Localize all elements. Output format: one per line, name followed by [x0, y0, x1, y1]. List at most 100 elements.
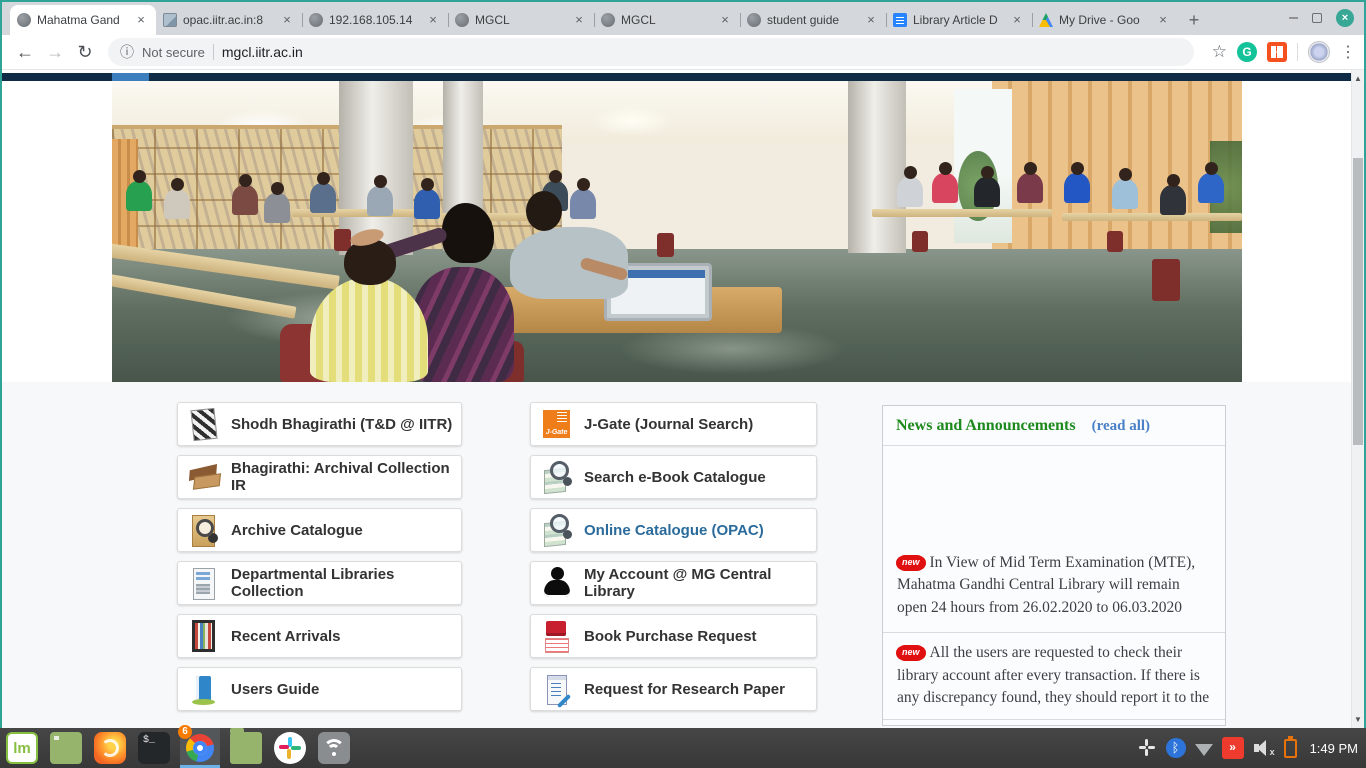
- address-bar[interactable]: ⓘ Not secure mgcl.iitr.ac.in: [108, 38, 1194, 66]
- image-favicon: [163, 13, 177, 27]
- link-departmental-libraries[interactable]: Departmental Libraries Collection: [177, 561, 462, 605]
- link-label: J-Gate (Journal Search): [584, 416, 753, 433]
- link-bhagirathi-archival[interactable]: Bhagirathi: Archival Collection IR: [177, 455, 462, 499]
- link-label: Online Catalogue (OPAC): [584, 522, 764, 539]
- news-text: All the users are requested to check the…: [897, 644, 1209, 706]
- minimize-button[interactable]: –: [1289, 13, 1298, 23]
- link-label: Recent Arrivals: [231, 628, 341, 645]
- browser-window: Mahatma Gand × opac.iitr.ac.in:8 × 192.1…: [2, 2, 1364, 728]
- link-users-guide[interactable]: Users Guide: [177, 667, 462, 711]
- scroll-down-arrow[interactable]: ▼: [1352, 715, 1364, 724]
- tab-title: 192.168.105.14: [329, 13, 425, 27]
- slack-tray-icon[interactable]: [1137, 738, 1157, 758]
- taskbar-clock[interactable]: 1:49 PM: [1310, 741, 1358, 756]
- globe-favicon: [747, 13, 761, 27]
- forward-button[interactable]: →: [40, 42, 70, 63]
- news-text: In View of Mid Term Examination (MTE), M…: [897, 554, 1195, 616]
- guide-book-icon: [189, 673, 219, 705]
- news-item: newIn View of Mid Term Examination (MTE)…: [897, 552, 1211, 619]
- profile-avatar[interactable]: [1308, 41, 1330, 63]
- tab-title: student guide: [767, 13, 863, 27]
- terminal-icon[interactable]: $_: [138, 732, 170, 764]
- tab-ip-address[interactable]: 192.168.105.14 ×: [302, 5, 448, 35]
- tab-opac[interactable]: opac.iitr.ac.in:8 ×: [156, 5, 302, 35]
- mint-menu-button[interactable]: lm: [6, 732, 38, 764]
- search-books-icon: [542, 514, 572, 546]
- scroll-up-arrow[interactable]: ▲: [1352, 74, 1364, 83]
- show-desktop-button[interactable]: [50, 732, 82, 764]
- tab-close-icon[interactable]: ×: [1009, 12, 1025, 28]
- tab-close-icon[interactable]: ×: [571, 12, 587, 28]
- divider: [1297, 43, 1298, 61]
- tab-mgcl-1[interactable]: MGCL ×: [448, 5, 594, 35]
- firefox-icon[interactable]: [94, 732, 126, 764]
- tab-close-icon[interactable]: ×: [863, 12, 879, 28]
- system-tray: ᛒ » x 1:49 PM: [1137, 728, 1358, 768]
- link-shodh-bhagirathi[interactable]: Shodh Bhagirathi (T&D @ IITR): [177, 402, 462, 446]
- tab-mahatma-gandhi-library[interactable]: Mahatma Gand ×: [10, 5, 156, 35]
- chrome-icon-active[interactable]: 6: [180, 728, 220, 768]
- tab-student-guide[interactable]: student guide ×: [740, 5, 886, 35]
- clipboard-pen-icon: [542, 673, 572, 705]
- read-all-link[interactable]: (read all): [1092, 418, 1150, 434]
- news-header: News and Announcements (read all): [883, 406, 1225, 446]
- link-label: Request for Research Paper: [584, 681, 785, 698]
- browser-toolbar: ← → ↻ ⓘ Not secure mgcl.iitr.ac.in ☆ G ⋮: [2, 35, 1364, 70]
- volume-muted-icon[interactable]: x: [1253, 738, 1275, 758]
- link-opac[interactable]: Online Catalogue (OPAC): [530, 508, 817, 552]
- back-button[interactable]: ←: [10, 42, 40, 63]
- globe-favicon: [309, 13, 323, 27]
- slack-icon[interactable]: [274, 732, 306, 764]
- network-tool-icon[interactable]: [318, 732, 350, 764]
- tab-title: My Drive - Goo: [1059, 13, 1155, 27]
- battery-icon[interactable]: [1284, 739, 1297, 758]
- link-ebook-catalogue[interactable]: Search e-Book Catalogue: [530, 455, 817, 499]
- tab-close-icon[interactable]: ×: [1155, 12, 1171, 28]
- link-label: Users Guide: [231, 681, 319, 698]
- tab-mgcl-2[interactable]: MGCL ×: [594, 5, 740, 35]
- globe-favicon: [455, 13, 469, 27]
- scrollbar-thumb[interactable]: [1353, 158, 1363, 445]
- link-recent-arrivals[interactable]: Recent Arrivals: [177, 614, 462, 658]
- browser-menu-icon[interactable]: ⋮: [1340, 42, 1356, 62]
- info-icon[interactable]: ⓘ: [120, 42, 134, 62]
- anydesk-icon[interactable]: »: [1222, 737, 1244, 759]
- new-tab-button[interactable]: +: [1180, 7, 1208, 35]
- link-jgate[interactable]: J-Gate J-Gate (Journal Search): [530, 402, 817, 446]
- link-label: Departmental Libraries Collection: [231, 566, 461, 600]
- url-text[interactable]: mgcl.iitr.ac.in: [222, 44, 303, 60]
- extension-icon[interactable]: [1267, 42, 1287, 62]
- site-nav-active-item[interactable]: [112, 73, 149, 81]
- restore-button[interactable]: [1312, 13, 1322, 23]
- bookmark-star-icon[interactable]: ☆: [1212, 42, 1227, 62]
- tab-close-icon[interactable]: ×: [425, 12, 441, 28]
- link-book-purchase[interactable]: Book Purchase Request: [530, 614, 817, 658]
- document-stack-icon: [189, 567, 219, 599]
- link-research-paper[interactable]: Request for Research Paper: [530, 667, 817, 711]
- red-book-icon: [542, 620, 572, 652]
- file-manager-icon[interactable]: [230, 732, 262, 764]
- link-my-account[interactable]: My Account @ MG Central Library: [530, 561, 817, 605]
- tab-my-drive[interactable]: My Drive - Goo ×: [1032, 5, 1178, 35]
- window-close-button[interactable]: ×: [1336, 9, 1354, 27]
- page-scrollbar[interactable]: ▲ ▼: [1351, 70, 1364, 728]
- desktop: Mahatma Gand × opac.iitr.ac.in:8 × 192.1…: [0, 0, 1366, 768]
- web-page: Shodh Bhagirathi (T&D @ IITR) Bhagirathi…: [2, 70, 1351, 728]
- link-archive-catalogue[interactable]: Archive Catalogue: [177, 508, 462, 552]
- bluetooth-icon[interactable]: ᛒ: [1166, 738, 1186, 758]
- tab-close-icon[interactable]: ×: [133, 12, 149, 28]
- tab-title: Mahatma Gand: [37, 13, 133, 27]
- thesis-icon: [189, 408, 219, 440]
- grammarly-extension-icon[interactable]: G: [1237, 42, 1257, 62]
- chrome-logo: [186, 734, 214, 762]
- reload-button[interactable]: ↻: [70, 42, 100, 63]
- tab-close-icon[interactable]: ×: [717, 12, 733, 28]
- person-icon: [542, 567, 572, 599]
- link-label: Bhagirathi: Archival Collection IR: [231, 460, 461, 494]
- tab-title: MGCL: [621, 13, 717, 27]
- tab-title: opac.iitr.ac.in:8: [183, 13, 279, 27]
- globe-favicon: [17, 13, 31, 27]
- wifi-signal-icon[interactable]: [1195, 744, 1213, 756]
- tab-library-article[interactable]: Library Article D ×: [886, 5, 1032, 35]
- tab-close-icon[interactable]: ×: [279, 12, 295, 28]
